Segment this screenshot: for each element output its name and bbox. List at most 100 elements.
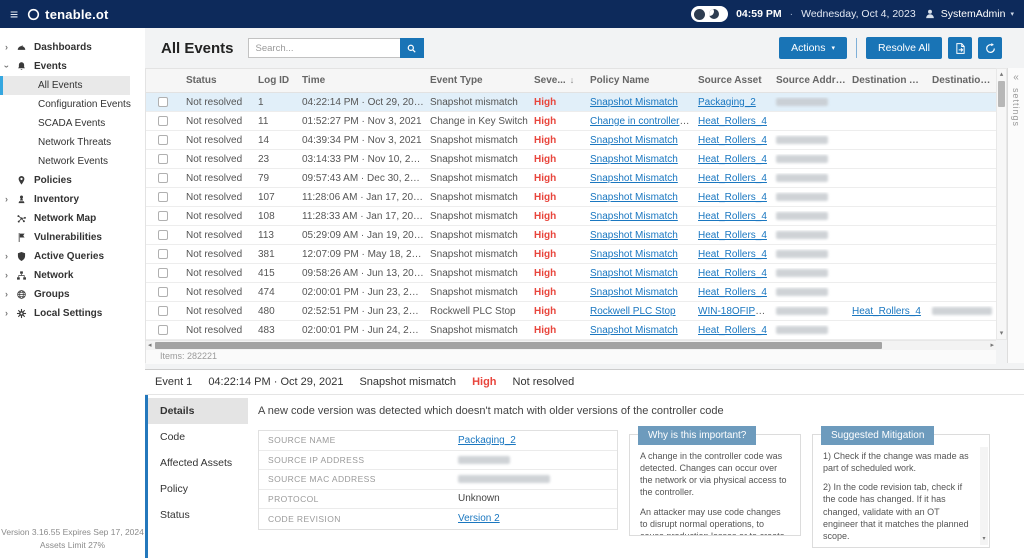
scroll-down-icon[interactable]: ▾: [982, 535, 985, 544]
detail-tab-policy[interactable]: Policy: [148, 476, 248, 502]
settings-collapsed-panel[interactable]: « settings: [1007, 68, 1024, 363]
source-asset-link[interactable]: Heat_Rollers_4: [698, 135, 767, 146]
policy-link[interactable]: Snapshot Mismatch: [590, 192, 678, 203]
sidebar-subitem-network-threats[interactable]: Network Threats: [0, 133, 145, 152]
column-header-policy-name[interactable]: Policy Name: [584, 75, 692, 86]
vertical-scroll-thumb[interactable]: [998, 81, 1005, 107]
source-asset-link[interactable]: Heat_Rollers_4: [698, 249, 767, 260]
table-row[interactable]: Not resolved 107 11:28:06 AM · Jan 17, 202…: [146, 188, 996, 207]
destination-asset-link[interactable]: Heat_Rollers_4: [852, 306, 921, 317]
table-row[interactable]: Not resolved 108 11:28:33 AM · Jan 17, 202…: [146, 207, 996, 226]
table-row[interactable]: Not resolved 11 01:52:27 PM · Nov 3, 2021 C…: [146, 112, 996, 131]
theme-toggle[interactable]: [691, 6, 729, 22]
column-header-event-type[interactable]: Event Type: [424, 75, 528, 86]
mitigation-scrollbar[interactable]: ▾: [980, 447, 988, 545]
table-row[interactable]: Not resolved 381 12:07:09 PM · May 18, 202…: [146, 245, 996, 264]
row-checkbox[interactable]: [158, 325, 168, 335]
policy-link[interactable]: Snapshot Mismatch: [590, 135, 678, 146]
column-header-log-id[interactable]: Log ID: [252, 75, 296, 86]
row-checkbox[interactable]: [158, 173, 168, 183]
detail-tab-affected-assets[interactable]: Affected Assets: [148, 450, 248, 476]
policy-link[interactable]: Change in controller key ...: [590, 116, 692, 127]
sidebar-item-events[interactable]: › Events: [0, 57, 145, 76]
user-menu[interactable]: SystemAdmin ▾: [924, 8, 1014, 20]
scroll-up-icon[interactable]: ▴: [1000, 70, 1004, 79]
row-checkbox[interactable]: [158, 268, 168, 278]
sidebar-item-policies[interactable]: Policies: [0, 171, 145, 190]
sidebar-item-active-queries[interactable]: › Active Queries: [0, 247, 145, 266]
detail-tab-status[interactable]: Status: [148, 502, 248, 528]
row-checkbox[interactable]: [158, 306, 168, 316]
column-header-status[interactable]: Status: [180, 75, 252, 86]
hamburger-menu-icon[interactable]: ≡: [10, 7, 18, 21]
actions-button[interactable]: Actions ▾: [779, 37, 848, 59]
search-button[interactable]: [399, 38, 424, 58]
column-header-destination-asset[interactable]: Destination Asset: [846, 75, 926, 86]
row-checkbox[interactable]: [158, 249, 168, 259]
policy-link[interactable]: Rockwell PLC Stop: [590, 306, 676, 317]
table-row[interactable]: Not resolved 14 04:39:34 PM · Nov 3, 2021 S…: [146, 131, 996, 150]
expand-chevron-icon[interactable]: ›: [0, 271, 13, 280]
column-header-destination-address[interactable]: Destination Ad...: [926, 75, 996, 86]
row-checkbox[interactable]: [158, 287, 168, 297]
source-asset-link[interactable]: Heat_Rollers_4: [698, 173, 767, 184]
sidebar-item-dashboards[interactable]: › Dashboards: [0, 38, 145, 57]
resolve-all-button[interactable]: Resolve All: [866, 37, 942, 59]
expand-chevron-icon[interactable]: ›: [0, 43, 13, 52]
source-asset-link[interactable]: Heat_Rollers_4: [698, 287, 767, 298]
table-row[interactable]: Not resolved 1 04:22:14 PM · Oct 29, 2021 S…: [146, 93, 996, 112]
refresh-button[interactable]: [978, 37, 1002, 59]
policy-link[interactable]: Snapshot Mismatch: [590, 154, 678, 165]
policy-link[interactable]: Snapshot Mismatch: [590, 173, 678, 184]
column-header-source-address[interactable]: Source Address: [770, 75, 846, 86]
row-checkbox[interactable]: [158, 116, 168, 126]
column-header-severity[interactable]: Seve... ↓: [528, 75, 584, 86]
sidebar-item-inventory[interactable]: › Inventory: [0, 190, 145, 209]
table-row[interactable]: Not resolved 480 02:52:51 PM · Jun 23, 202…: [146, 302, 996, 321]
sidebar-subitem-scada-events[interactable]: SCADA Events: [0, 114, 145, 133]
export-button[interactable]: [948, 37, 972, 59]
expand-chevron-icon[interactable]: ›: [2, 60, 12, 73]
sidebar-item-local-settings[interactable]: › Local Settings: [0, 304, 145, 323]
expand-chevron-icon[interactable]: ›: [0, 290, 13, 299]
source-asset-link[interactable]: Heat_Rollers_4: [698, 268, 767, 279]
sidebar-item-network[interactable]: › Network: [0, 266, 145, 285]
table-row[interactable]: Not resolved 113 05:29:09 AM · Jan 19, 202…: [146, 226, 996, 245]
table-row[interactable]: Not resolved 79 09:57:43 AM · Dec 30, 2021…: [146, 169, 996, 188]
horizontal-scrollbar[interactable]: ◂ ▸: [146, 340, 996, 350]
table-row[interactable]: Not resolved 474 02:00:01 PM · Jun 23, 202…: [146, 283, 996, 302]
scroll-down-icon[interactable]: ▾: [1000, 329, 1004, 338]
table-row[interactable]: Not resolved 415 09:58:26 AM · Jun 13, 202…: [146, 264, 996, 283]
policy-link[interactable]: Snapshot Mismatch: [590, 211, 678, 222]
source-asset-link[interactable]: Heat_Rollers_4: [698, 325, 767, 336]
sidebar-subitem-all-events[interactable]: All Events: [0, 76, 130, 95]
sidebar-item-vulnerabilities[interactable]: Vulnerabilities: [0, 228, 145, 247]
source-asset-link[interactable]: Packaging_2: [698, 97, 756, 108]
table-row[interactable]: Not resolved 23 03:14:33 PM · Nov 10, 2021…: [146, 150, 996, 169]
source-asset-link[interactable]: Heat_Rollers_4: [698, 116, 767, 127]
scroll-right-icon[interactable]: ▸: [990, 342, 994, 349]
row-checkbox[interactable]: [158, 154, 168, 164]
row-checkbox[interactable]: [158, 192, 168, 202]
field-value-link[interactable]: Version 2: [458, 513, 500, 524]
row-checkbox[interactable]: [158, 230, 168, 240]
policy-link[interactable]: Snapshot Mismatch: [590, 97, 678, 108]
policy-link[interactable]: Snapshot Mismatch: [590, 230, 678, 241]
sidebar-subitem-configuration-events[interactable]: Configuration Events: [0, 95, 145, 114]
expand-chevron-icon[interactable]: ›: [0, 252, 13, 261]
expand-chevron-icon[interactable]: ›: [0, 309, 13, 318]
field-value-link[interactable]: Packaging_2: [458, 435, 516, 446]
source-asset-link[interactable]: Heat_Rollers_4: [698, 154, 767, 165]
policy-link[interactable]: Snapshot Mismatch: [590, 287, 678, 298]
detail-tab-details[interactable]: Details: [148, 398, 248, 424]
row-checkbox[interactable]: [158, 97, 168, 107]
row-checkbox[interactable]: [158, 135, 168, 145]
sidebar-subitem-network-events[interactable]: Network Events: [0, 152, 145, 171]
row-checkbox[interactable]: [158, 211, 168, 221]
sidebar-item-network-map[interactable]: Network Map: [0, 209, 145, 228]
column-header-time[interactable]: Time: [296, 75, 424, 86]
detail-tab-code[interactable]: Code: [148, 424, 248, 450]
scroll-left-icon[interactable]: ◂: [148, 342, 152, 349]
expand-chevron-icon[interactable]: ›: [0, 195, 13, 204]
vertical-scrollbar[interactable]: ▴ ▾: [996, 68, 1007, 340]
